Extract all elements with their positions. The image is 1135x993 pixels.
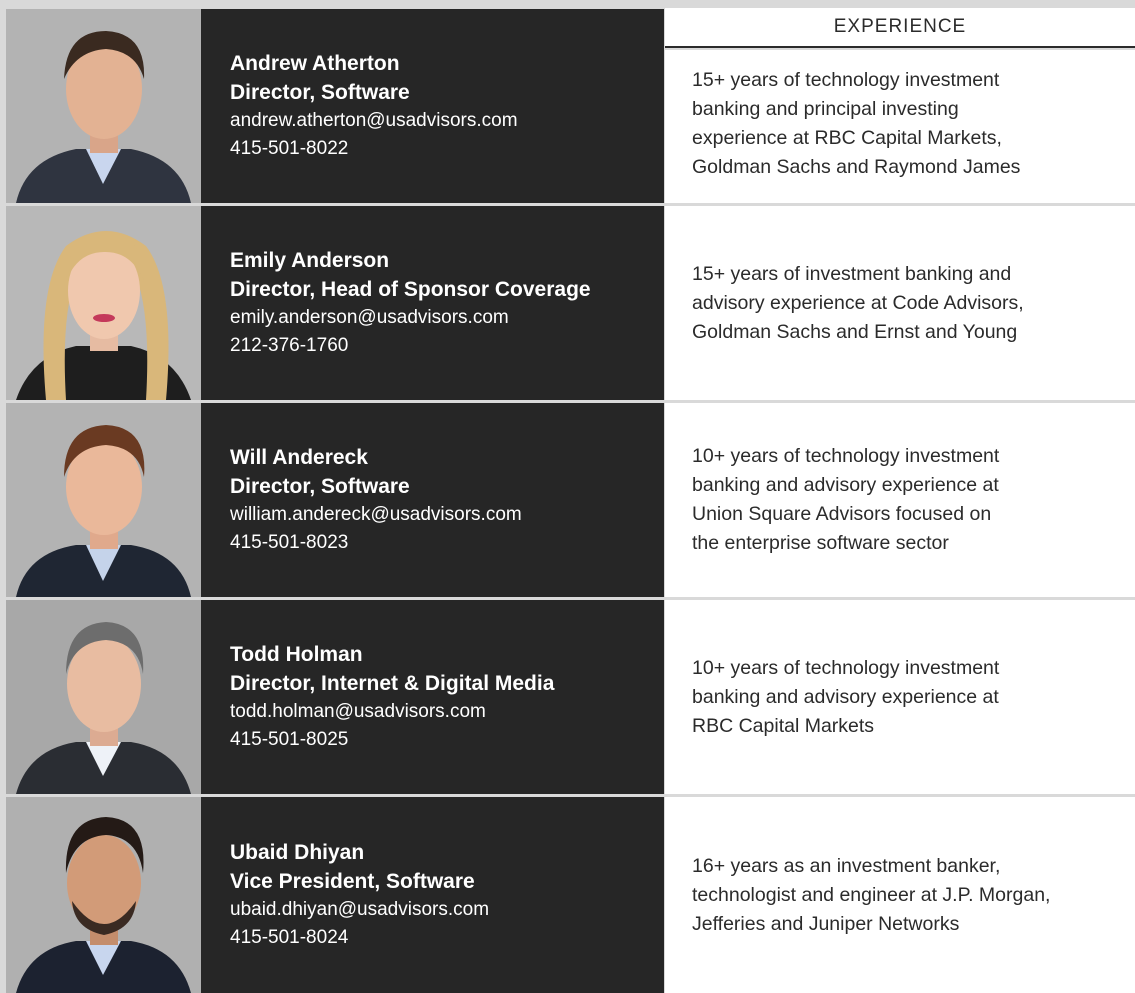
experience-line: 15+ years of investment banking and — [692, 262, 1012, 285]
person-experience: 10+ years of technology investment banki… — [665, 600, 1135, 794]
experience-line: the enterprise software sector — [692, 532, 949, 554]
person-email[interactable]: todd.holman@usadvisors.com — [230, 698, 664, 726]
person-info: Todd Holman Director, Internet & Digital… — [201, 600, 664, 794]
person-phone[interactable]: 415-501-8022 — [230, 135, 664, 163]
experience-line: Jefferies and Juniper Networks — [692, 912, 960, 935]
person-phone[interactable]: 415-501-8024 — [230, 924, 664, 952]
person-row: Todd Holman Director, Internet & Digital… — [0, 600, 1135, 794]
experience-line: Union Square Advisors focused on — [692, 503, 992, 525]
person-info: Ubaid Dhiyan Vice President, Software ub… — [201, 797, 664, 993]
person-name: Ubaid Dhiyan — [230, 841, 365, 864]
person-info: Andrew Atherton Director, Software andre… — [201, 9, 664, 203]
person-name: Will Andereck — [230, 446, 368, 469]
person-photo — [6, 797, 201, 993]
person-info: Will Andereck Director, Software william… — [201, 403, 664, 597]
person-email[interactable]: william.andereck@usadvisors.com — [230, 501, 664, 529]
person-name: Andrew Atherton — [230, 52, 400, 75]
experience-line: banking and advisory experience at — [692, 685, 999, 708]
experience-line: 15+ years of technology investment — [692, 69, 1000, 91]
experience-line: Goldman Sachs and Raymond James — [692, 156, 1021, 178]
person-phone[interactable]: 415-501-8023 — [230, 529, 664, 557]
person-title: Director, Internet & Digital Media — [230, 672, 555, 695]
person-row: Andrew Atherton Director, Software andre… — [0, 9, 1135, 203]
person-row: Ubaid Dhiyan Vice President, Software ub… — [0, 797, 1135, 993]
portrait-image — [6, 206, 201, 400]
person-photo — [6, 600, 201, 794]
experience-line: 16+ years as an investment banker, — [692, 854, 1001, 877]
person-experience: 16+ years as an investment banker, techn… — [665, 797, 1135, 993]
person-photo — [6, 9, 201, 203]
person-title: Director, Software — [230, 81, 410, 104]
experience-line: advisory experience at Code Advisors, — [692, 291, 1024, 314]
portrait-image — [6, 403, 201, 597]
person-title: Vice President, Software — [230, 870, 475, 893]
person-title: Director, Head of Sponsor Coverage — [230, 278, 591, 301]
person-row: Emily Anderson Director, Head of Sponsor… — [0, 206, 1135, 400]
portrait-image — [6, 9, 201, 203]
person-experience: 15+ years of technology investment banki… — [665, 50, 1135, 203]
experience-line: banking and advisory experience at — [692, 474, 999, 496]
person-photo — [6, 206, 201, 400]
person-experience: 10+ years of technology investment banki… — [665, 403, 1135, 597]
person-phone[interactable]: 415-501-8025 — [230, 726, 664, 754]
person-experience: 15+ years of investment banking and advi… — [665, 206, 1135, 400]
person-phone[interactable]: 212-376-1760 — [230, 332, 664, 360]
experience-line: RBC Capital Markets — [692, 714, 875, 737]
experience-line: experience at RBC Capital Markets, — [692, 127, 1002, 149]
person-photo — [6, 403, 201, 597]
experience-line: technologist and engineer at J.P. Morgan… — [692, 883, 1051, 906]
person-name: Todd Holman — [230, 643, 363, 666]
experience-line: Goldman Sachs and Ernst and Young — [692, 320, 1018, 343]
person-email[interactable]: ubaid.dhiyan@usadvisors.com — [230, 896, 664, 924]
person-row: Will Andereck Director, Software william… — [0, 403, 1135, 597]
team-page: EXPERIENCE Andrew Atherton Director, Sof… — [0, 0, 1135, 993]
portrait-image — [6, 600, 201, 794]
person-name: Emily Anderson — [230, 249, 390, 272]
person-title: Director, Software — [230, 475, 410, 498]
person-email[interactable]: andrew.atherton@usadvisors.com — [230, 107, 664, 135]
experience-line: 10+ years of technology investment — [692, 445, 1000, 467]
experience-line: banking and principal investing — [692, 98, 959, 120]
person-info: Emily Anderson Director, Head of Sponsor… — [201, 206, 664, 400]
portrait-image — [6, 797, 201, 993]
experience-line: 10+ years of technology investment — [692, 656, 1000, 679]
person-email[interactable]: emily.anderson@usadvisors.com — [230, 304, 664, 332]
